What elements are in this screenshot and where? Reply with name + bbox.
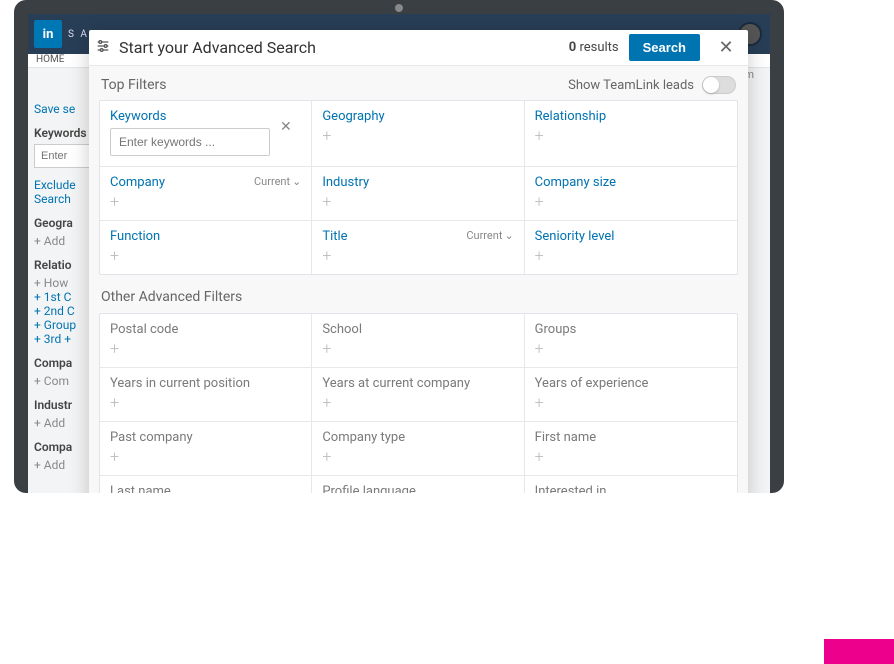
- filter-label: Keywords: [110, 109, 301, 124]
- filter-last-name[interactable]: Last name+: [100, 476, 312, 493]
- filter-postal-code[interactable]: Postal code +: [100, 314, 312, 368]
- filter-label: Interested in: [535, 484, 727, 493]
- filter-geography[interactable]: Geography +: [312, 101, 524, 167]
- keywords-input[interactable]: [110, 128, 270, 156]
- teamlink-toggle[interactable]: [702, 76, 736, 94]
- plus-icon[interactable]: +: [322, 341, 513, 357]
- modal-title: Start your Advanced Search: [119, 38, 569, 57]
- other-filters-grid: Postal code + School + Groups + Years in cu…: [99, 313, 738, 493]
- plus-icon[interactable]: +: [322, 395, 513, 411]
- filter-label: Industry: [322, 175, 513, 190]
- linkedin-logo: in: [34, 20, 62, 48]
- results-count: 0 results: [569, 40, 619, 55]
- sliders-icon: [95, 38, 113, 58]
- plus-icon[interactable]: +: [535, 128, 727, 144]
- plus-icon[interactable]: +: [322, 194, 513, 210]
- modal-header: Start your Advanced Search 0 results Sea…: [89, 30, 748, 66]
- plus-icon[interactable]: +: [110, 341, 301, 357]
- filter-past-company[interactable]: Past company +: [100, 422, 312, 476]
- close-button[interactable]: ✕: [714, 37, 738, 58]
- filter-interested-in[interactable]: Interested in+: [525, 476, 737, 493]
- filter-label: Past company: [110, 430, 301, 445]
- plus-icon[interactable]: +: [110, 194, 301, 210]
- plus-icon[interactable]: +: [535, 341, 727, 357]
- filter-label: School: [322, 322, 513, 337]
- plus-icon[interactable]: +: [535, 194, 727, 210]
- filter-label: Years in current position: [110, 376, 301, 391]
- filter-label: Postal code: [110, 322, 301, 337]
- plus-icon[interactable]: +: [535, 395, 727, 411]
- filter-function[interactable]: Function +: [100, 221, 312, 274]
- chevron-down-icon: ⌄: [504, 229, 513, 242]
- filter-industry[interactable]: Industry +: [312, 167, 524, 221]
- filter-label: Relationship: [535, 109, 727, 124]
- filter-years-experience[interactable]: Years of experience +: [525, 368, 737, 422]
- teamlink-toggle-wrap: Show TeamLink leads: [568, 76, 736, 94]
- filter-label: Years of experience: [535, 376, 727, 391]
- top-filters-grid: Keywords ✕ Geography + Relationship + Cu…: [99, 100, 738, 275]
- camera-notch: [395, 4, 403, 12]
- filter-label: Last name: [110, 484, 301, 493]
- filter-label: Company type: [322, 430, 513, 445]
- plus-icon[interactable]: +: [322, 128, 513, 144]
- device-frame: in S A t HOME nkedin.com Save se Keyword…: [14, 0, 784, 493]
- other-filters-label: Other Advanced Filters: [89, 275, 748, 313]
- brand-text: S A: [68, 29, 89, 40]
- filter-groups[interactable]: Groups +: [525, 314, 737, 368]
- advanced-search-modal: Start your Advanced Search 0 results Sea…: [89, 30, 748, 493]
- current-chip[interactable]: Current ⌄: [466, 229, 513, 242]
- filter-label: Years at current company: [322, 376, 513, 391]
- filter-first-name[interactable]: First name +: [525, 422, 737, 476]
- plus-icon[interactable]: +: [110, 248, 301, 264]
- filter-title[interactable]: Current ⌄ Title +: [312, 221, 524, 274]
- filter-label: Profile language: [322, 484, 513, 493]
- plus-icon[interactable]: +: [535, 449, 727, 465]
- current-chip[interactable]: Current ⌄: [254, 175, 301, 188]
- filter-years-company[interactable]: Years at current company +: [312, 368, 524, 422]
- filter-label: First name: [535, 430, 727, 445]
- filter-profile-language[interactable]: Profile language+: [312, 476, 524, 493]
- top-filters-label: Top Filters: [101, 77, 167, 93]
- chevron-down-icon: ⌄: [292, 175, 301, 188]
- filter-label: Geography: [322, 109, 513, 124]
- search-button[interactable]: Search: [629, 34, 700, 61]
- filter-relationship[interactable]: Relationship +: [525, 101, 737, 167]
- filter-school[interactable]: School +: [312, 314, 524, 368]
- screen: in S A t HOME nkedin.com Save se Keyword…: [28, 14, 770, 493]
- filter-company[interactable]: Current ⌄ Company +: [100, 167, 312, 221]
- filter-keywords[interactable]: Keywords ✕: [100, 101, 312, 167]
- filter-label: Company size: [535, 175, 727, 190]
- filter-label: Seniority level: [535, 229, 727, 244]
- filter-seniority[interactable]: Seniority level +: [525, 221, 737, 274]
- plus-icon[interactable]: +: [110, 395, 301, 411]
- filter-label: Function: [110, 229, 301, 244]
- pink-overlay: [824, 639, 894, 664]
- plus-icon[interactable]: +: [110, 449, 301, 465]
- filter-label: Groups: [535, 322, 727, 337]
- clear-icon[interactable]: ✕: [280, 119, 292, 135]
- home-tab[interactable]: HOME: [36, 54, 64, 65]
- plus-icon[interactable]: +: [322, 248, 513, 264]
- plus-icon[interactable]: +: [322, 449, 513, 465]
- teamlink-label: Show TeamLink leads: [568, 78, 694, 93]
- modal-body: Top Filters Show TeamLink leads Keywords…: [89, 66, 748, 493]
- plus-icon[interactable]: +: [535, 248, 727, 264]
- filter-company-type[interactable]: Company type +: [312, 422, 524, 476]
- filter-years-position[interactable]: Years in current position +: [100, 368, 312, 422]
- filter-company-size[interactable]: Company size +: [525, 167, 737, 221]
- top-filters-header: Top Filters Show TeamLink leads: [89, 66, 748, 100]
